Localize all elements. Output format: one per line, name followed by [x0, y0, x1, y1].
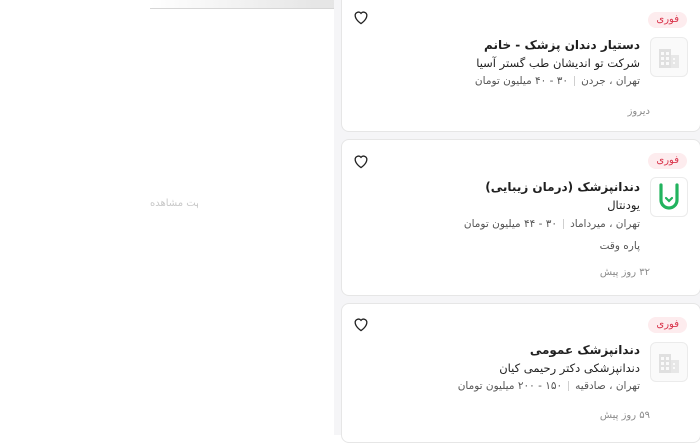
job-meta: تهران ، صادقیه ۱۵۰ - ۲۰۰ میلیون تومان	[458, 380, 640, 392]
building-icon	[650, 37, 688, 77]
job-card[interactable]: فوری دندانپزشک عمومی دندانپزشکی دکتر رحی…	[341, 303, 700, 443]
post-date: ۵۹ روز پیش	[599, 410, 650, 421]
meta-divider	[574, 76, 576, 86]
company-name[interactable]: یودنتال	[607, 198, 640, 212]
tooth-logo-icon	[650, 177, 688, 217]
job-meta: تهران ، جردن ۳۰ - ۴۰ میلیون تومان	[475, 75, 640, 87]
meta-divider	[568, 381, 570, 391]
meta-divider	[563, 219, 565, 229]
company-name[interactable]: شرکت تو اندیشان طب گستر آسیا	[476, 56, 640, 70]
building-icon	[650, 342, 688, 382]
job-location: تهران ، میرداماد	[570, 218, 640, 230]
urgent-badge: فوری	[648, 153, 687, 169]
job-location: تهران ، صادقیه	[575, 380, 640, 392]
job-list: فوری دستیار دندان پزشک - خانم شرکت تو ان…	[334, 0, 700, 443]
post-date: دیروز	[627, 106, 650, 117]
heart-icon[interactable]	[352, 153, 370, 169]
job-title[interactable]: دستیار دندان پزشک - خانم	[484, 38, 640, 52]
job-meta: تهران ، میرداماد ۳۰ - ۴۴ میلیون تومان	[464, 218, 640, 230]
company-name[interactable]: دندانپزشکی دکتر رحیمی کیان	[499, 361, 640, 375]
job-salary: ۱۵۰ - ۲۰۰ میلیون تومان	[457, 380, 563, 392]
job-title[interactable]: دندانپزشک (درمان زیبایی)	[485, 180, 640, 194]
heart-icon[interactable]	[352, 316, 370, 332]
left-panel: جهت مشاهده	[0, 0, 335, 435]
job-type: پاره وقت	[599, 240, 640, 252]
job-salary: ۳۰ - ۴۰ میلیون تومان	[474, 75, 569, 87]
left-hint-text: جهت مشاهده	[150, 198, 198, 209]
post-date: ۳۲ روز پیش	[599, 267, 650, 278]
urgent-badge: فوری	[648, 12, 687, 28]
job-salary: ۳۰ - ۴۴ میلیون تومان	[463, 218, 558, 230]
heart-icon[interactable]	[352, 9, 370, 25]
urgent-badge: فوری	[648, 317, 687, 333]
job-card[interactable]: فوری دستیار دندان پزشک - خانم شرکت تو ان…	[341, 0, 700, 132]
job-title[interactable]: دندانپزشک عمومی	[530, 343, 640, 357]
job-location: تهران ، جردن	[581, 75, 640, 87]
job-card[interactable]: فوری دندانپزشک (درمان زیبایی) یودنتال ته…	[341, 139, 700, 296]
